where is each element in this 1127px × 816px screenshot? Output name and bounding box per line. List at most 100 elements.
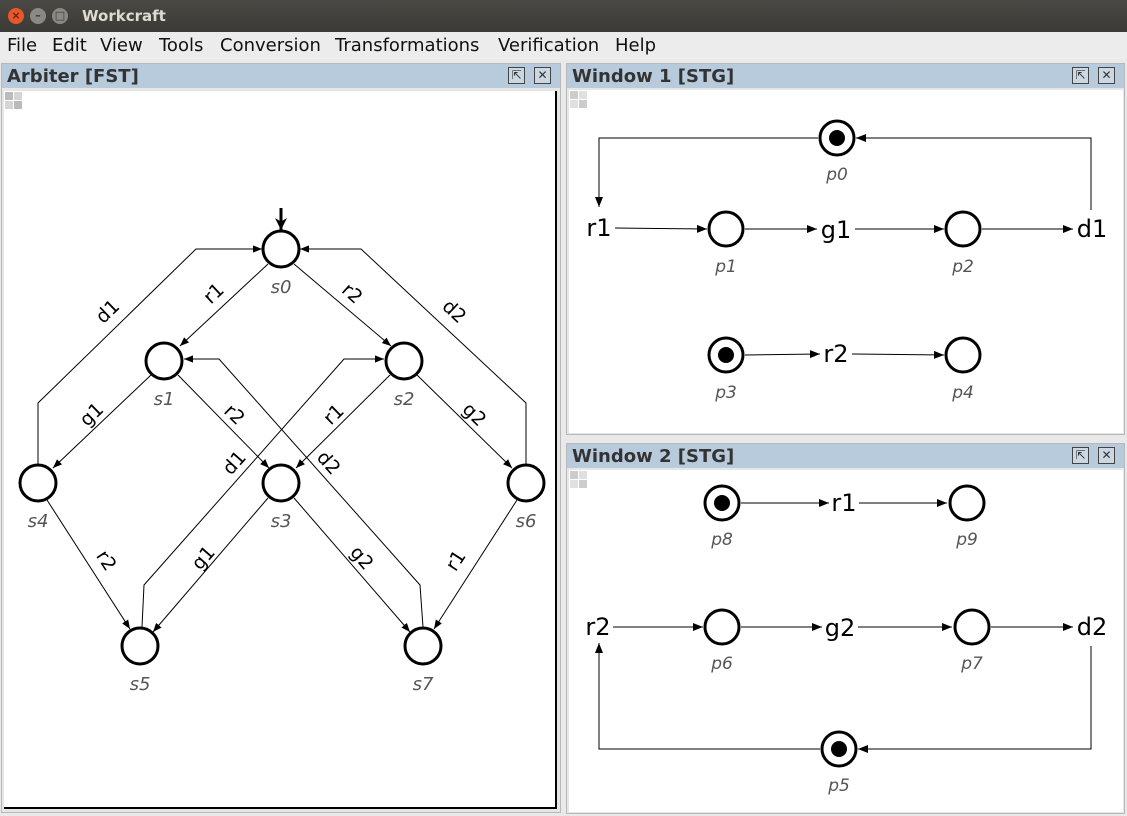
state-s7[interactable] [403, 626, 443, 666]
edge-label-s3-s7: g2 [345, 542, 377, 575]
fst-graph: r1 r2 d1 d2 g1 r2 r1 g2 d1 d2 g1 g2 r2 r… [18, 208, 546, 695]
transition-r1[interactable]: r1 [586, 214, 611, 242]
close-window-button[interactable]: × [8, 8, 24, 24]
edge-label-s6-s7: r1 [441, 546, 470, 575]
transition-g1[interactable]: g1 [821, 216, 852, 244]
edge-s1-s3 [177, 374, 270, 469]
menu-verification[interactable]: Verification [498, 35, 599, 56]
window2-panel: Window 2 [STG] ⇱ ✕ r1 r2 g2 d2 p8 p9 p6 … [566, 443, 1125, 814]
edge-s2-s3 [295, 374, 391, 469]
place-label-p2: p2 [951, 257, 974, 277]
state-label-s7: s7 [413, 674, 434, 695]
close-panel-icon[interactable]: ✕ [534, 67, 551, 84]
stg2-canvas[interactable]: r1 r2 g2 d2 p8 p9 p6 p7 p5 [569, 470, 1123, 812]
menu-tools[interactable]: Tools [159, 35, 203, 56]
edge-s2-s6 [416, 374, 513, 469]
state-s3[interactable] [261, 463, 301, 503]
minimize-window-button[interactable]: – [30, 8, 46, 24]
edge-label-s2-s3: r1 [319, 400, 349, 430]
window1-panel: Window 1 [STG] ⇱ ✕ r1 g1 d1 r2 p0 p1 p2 … [566, 63, 1125, 435]
maximize-panel-icon[interactable]: ⇱ [508, 67, 525, 84]
place-label-p6: p6 [710, 654, 733, 674]
window2-panel-titlebar: Window 2 [STG] ⇱ ✕ [567, 444, 1124, 468]
state-s5[interactable] [120, 626, 160, 666]
arc-p3-r2 [744, 350, 821, 359]
stg2-graph: r1 r2 g2 d2 p8 p9 p6 p7 p5 [585, 484, 1108, 796]
edge-label-s1-s4: g1 [76, 398, 109, 431]
place-label-p1: p1 [714, 257, 737, 277]
transition-d2[interactable]: d2 [1077, 613, 1108, 641]
place-p9[interactable] [948, 484, 986, 522]
maximize-panel-icon[interactable]: ⇱ [1072, 67, 1089, 84]
window-titlebar: × – □ Workcraft [0, 0, 1127, 32]
window1-panel-title: Window 1 [STG] [572, 66, 735, 87]
state-label-s6: s6 [516, 511, 537, 532]
window2-panel-title: Window 2 [STG] [572, 446, 735, 467]
place-p6[interactable] [703, 608, 741, 646]
edge-label-s7-s1: d2 [312, 447, 345, 480]
arc-r2-p4 [851, 350, 945, 359]
transition-d1[interactable]: d1 [1077, 215, 1108, 243]
place-label-p5: p5 [827, 776, 850, 796]
state-label-s5: s5 [130, 674, 151, 695]
edge-s1-s4 [52, 374, 152, 469]
close-panel-icon[interactable]: ✕ [1098, 67, 1115, 84]
transition-r2[interactable]: r2 [585, 613, 610, 641]
edge-label-s1-s3: r2 [219, 400, 249, 430]
maximize-window-button[interactable]: □ [52, 8, 68, 24]
arbiter-panel-title: Arbiter [FST] [7, 66, 139, 87]
edge-label-s6-s0: d2 [438, 295, 471, 328]
token-p0 [829, 130, 845, 146]
state-s4[interactable] [18, 463, 58, 503]
place-label-p4: p4 [951, 383, 974, 403]
transition-r2[interactable]: r2 [823, 340, 848, 368]
edge-s7-s1 [184, 355, 424, 628]
arc-p0-r1 [595, 137, 818, 207]
stg1-graph: r1 g1 d1 r2 p0 p1 p2 p3 p4 [586, 119, 1108, 403]
state-s2[interactable] [384, 341, 424, 381]
place-p4[interactable] [944, 336, 982, 374]
edge-label-s3-s5: g1 [187, 542, 219, 575]
place-p1[interactable] [707, 210, 745, 248]
token-p8 [714, 495, 730, 511]
state-label-s4: s4 [28, 511, 49, 532]
window1-panel-titlebar: Window 1 [STG] ⇱ ✕ [567, 64, 1124, 88]
place-p7[interactable] [953, 608, 991, 646]
edge-label-s2-s6: g2 [458, 398, 491, 431]
menu-conversion[interactable]: Conversion [220, 35, 321, 56]
menu-view[interactable]: View [100, 35, 143, 56]
edge-s0-s2 [293, 263, 392, 347]
edge-s3-s7 [293, 497, 411, 633]
close-panel-icon[interactable]: ✕ [1098, 447, 1115, 464]
token-p3 [718, 347, 734, 363]
place-label-p9: p9 [955, 530, 978, 550]
transition-g2[interactable]: g2 [825, 614, 856, 642]
arc-d1-p0 [856, 134, 1092, 210]
edge-label-s4-s5: r2 [91, 546, 120, 575]
place-label-p8: p8 [710, 530, 733, 550]
edge-label-s5-s2: d1 [218, 447, 251, 480]
token-p5 [831, 741, 847, 757]
state-label-s3: s3 [271, 511, 292, 532]
arbiter-panel-titlebar: Arbiter [FST] ⇱ ✕ [2, 64, 560, 88]
state-s6[interactable] [506, 463, 546, 503]
menu-file[interactable]: File [7, 35, 37, 56]
fst-canvas[interactable]: r1 r2 d1 d2 g1 r2 r1 g2 d1 d2 g1 g2 r2 r… [4, 91, 557, 809]
menu-edit[interactable]: Edit [52, 35, 87, 56]
app-title: Workcraft [82, 7, 166, 25]
place-p2[interactable] [944, 210, 982, 248]
edge-label-s0-s1: r1 [199, 279, 229, 309]
arc-p5-r2 [595, 643, 820, 750]
state-s1[interactable] [144, 341, 184, 381]
place-label-p7: p7 [960, 654, 983, 674]
stg1-canvas[interactable]: r1 g1 d1 r2 p0 p1 p2 p3 p4 [569, 90, 1123, 433]
place-label-p3: p3 [714, 383, 737, 403]
maximize-panel-icon[interactable]: ⇱ [1072, 447, 1089, 464]
state-label-s1: s1 [154, 389, 175, 410]
transition-r1[interactable]: r1 [831, 489, 856, 517]
state-s0[interactable] [261, 229, 301, 269]
menu-help[interactable]: Help [615, 35, 656, 56]
menu-transformations[interactable]: Transformations [335, 35, 479, 56]
edge-s0-s1 [179, 263, 269, 347]
place-label-p0: p0 [825, 165, 848, 185]
